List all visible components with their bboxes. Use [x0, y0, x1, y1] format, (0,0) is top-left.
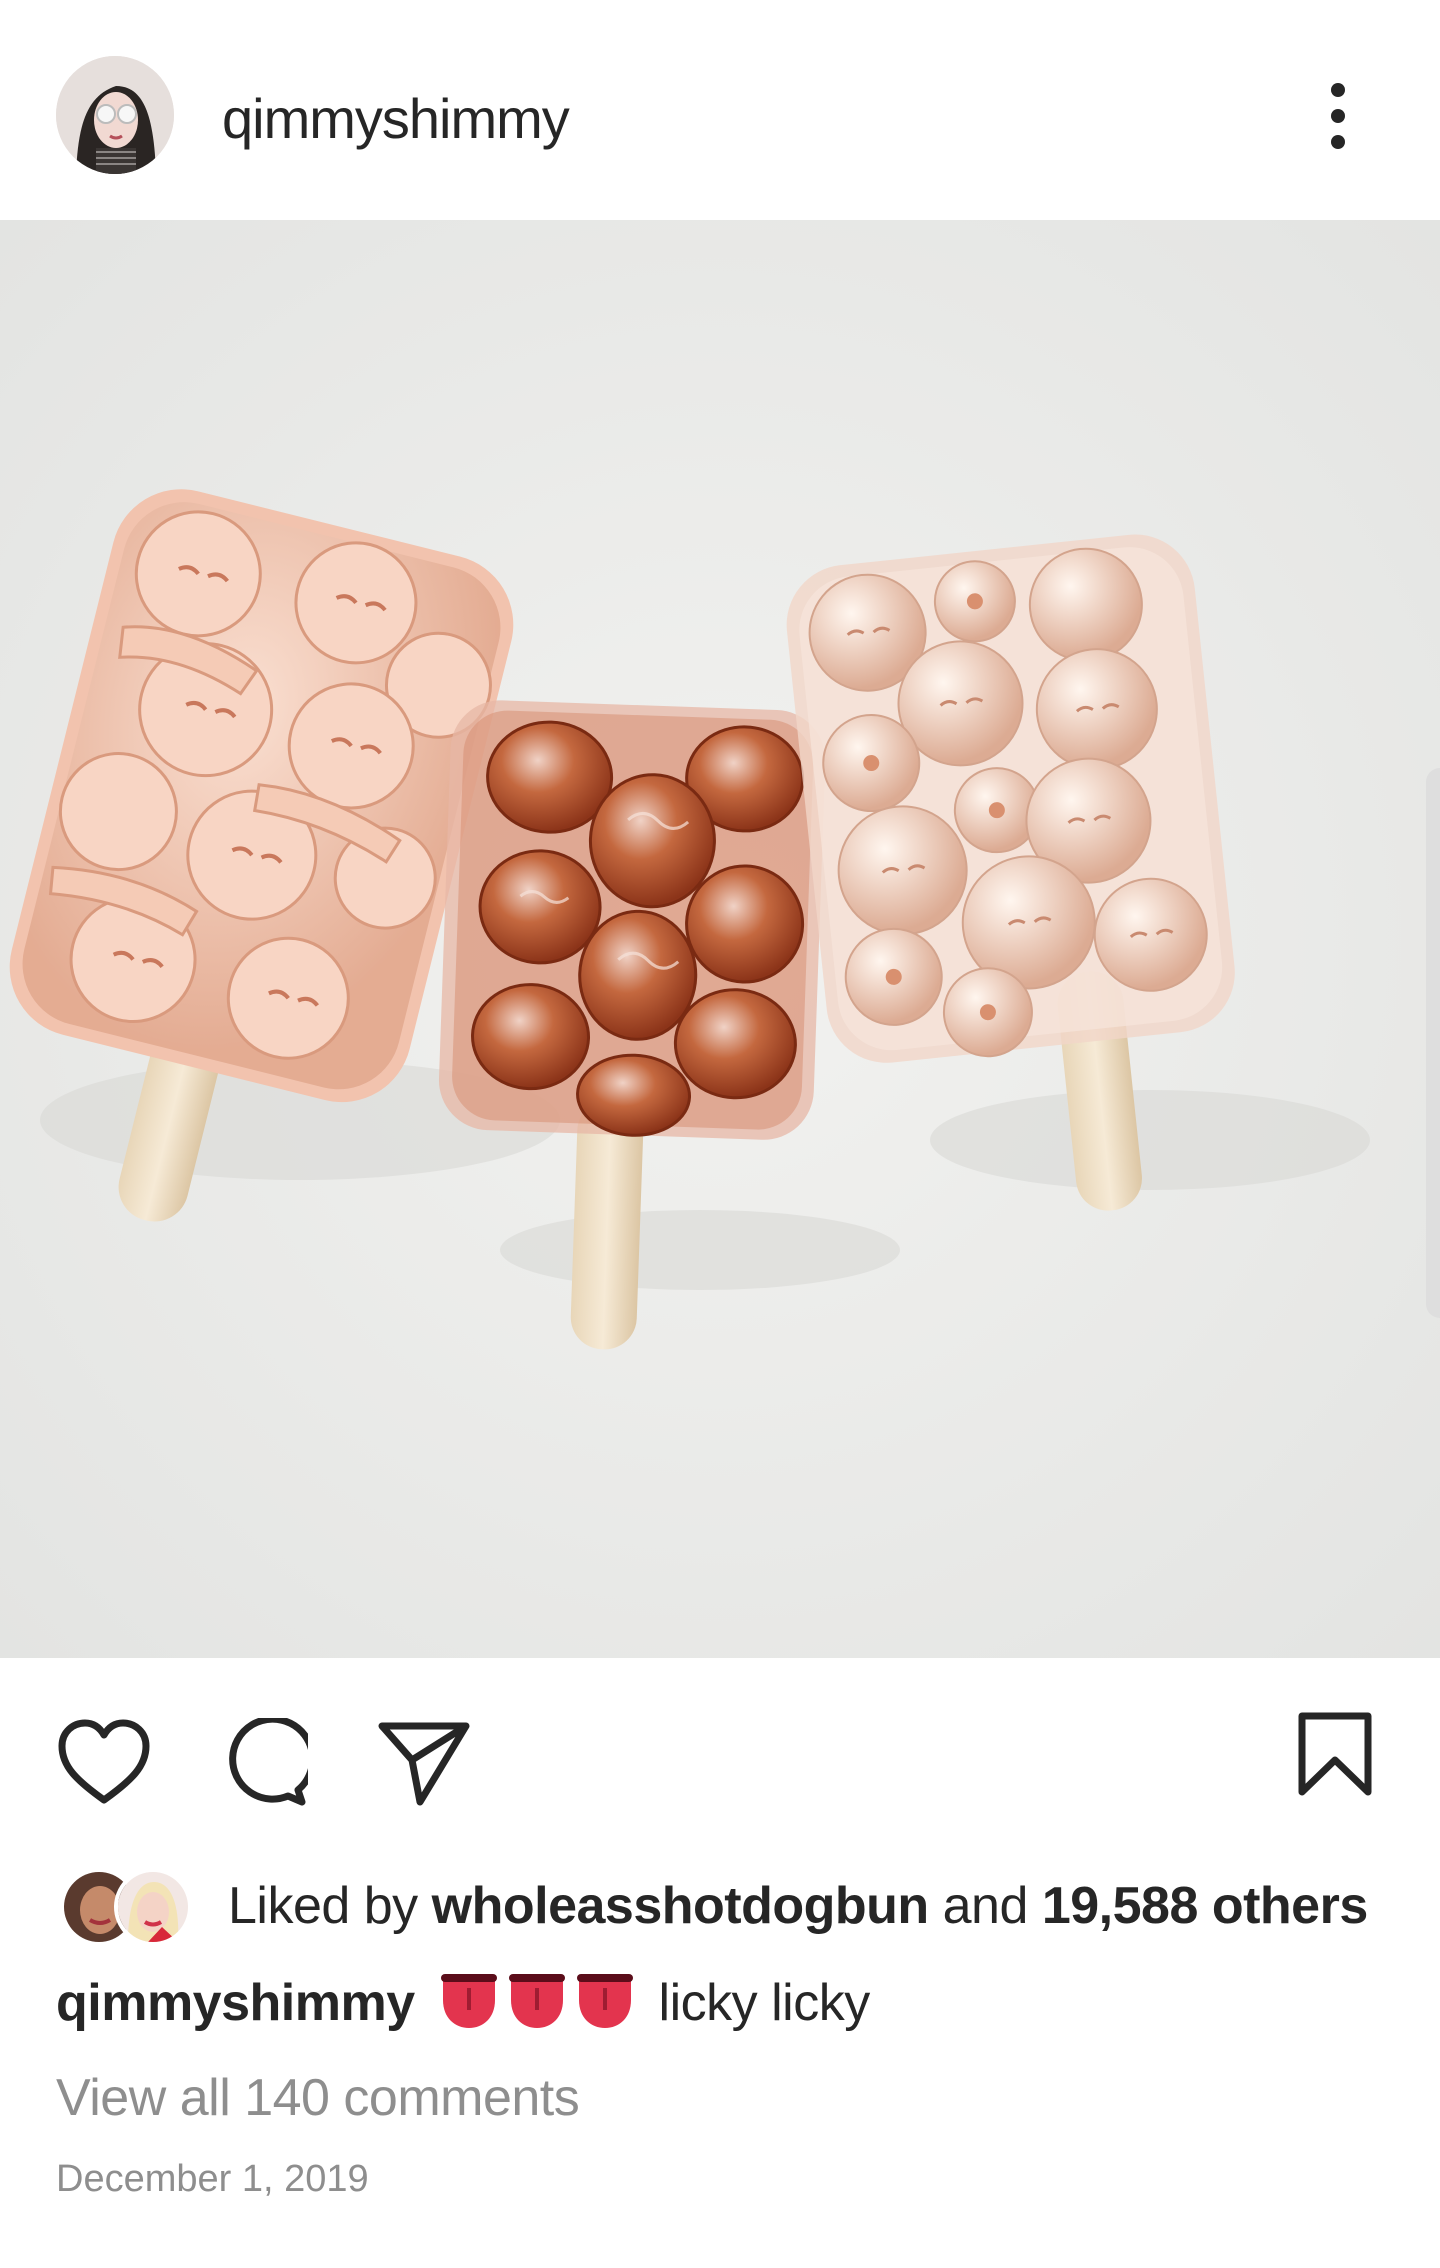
caption-text: licky licky: [658, 1974, 871, 2033]
user-avatar[interactable]: [56, 56, 174, 174]
post-caption: qimmyshimmy licky licky: [56, 1970, 870, 2043]
more-vertical-icon[interactable]: [1318, 78, 1358, 158]
post-date: December 1, 2019: [56, 2158, 369, 2200]
post-header: qimmyshimmy: [0, 0, 1440, 220]
post-actions: [0, 1690, 1440, 1810]
caption-username[interactable]: qimmyshimmy: [56, 1974, 415, 2032]
likes-conjunction: and: [942, 1877, 1029, 1935]
post-photo[interactable]: [0, 220, 1440, 1658]
comment-icon[interactable]: [218, 1715, 317, 1813]
send-icon[interactable]: [376, 1720, 472, 1811]
liked-by-username[interactable]: wholeasshotdogbun: [432, 1877, 930, 1935]
likes-others-count[interactable]: 19,588 others: [1042, 1877, 1368, 1935]
view-all-comments-link[interactable]: View all 140 comments: [56, 2068, 580, 2128]
bookmark-icon[interactable]: [1296, 1710, 1374, 1805]
scrollbar-handle[interactable]: [1426, 768, 1440, 1318]
likes-row: Liked by wholeasshotdogbun and 19,588 ot…: [60, 1868, 1400, 1948]
tongue-emoji-icon: [437, 1970, 637, 2043]
heart-icon[interactable]: [56, 1718, 152, 1811]
post-username[interactable]: qimmyshimmy: [222, 86, 570, 151]
likes-prefix: Liked by: [228, 1877, 418, 1935]
likes-summary[interactable]: Liked by wholeasshotdogbun and 19,588 ot…: [228, 1876, 1368, 1936]
liker-avatar[interactable]: [114, 1868, 192, 1946]
